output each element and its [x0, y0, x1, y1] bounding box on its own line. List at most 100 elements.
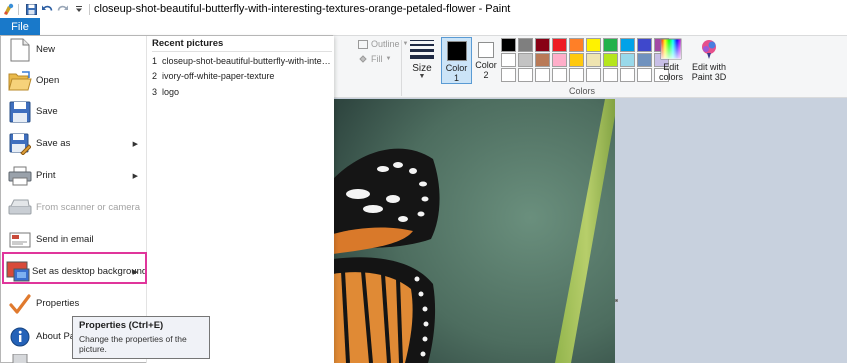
- window-title: closeup-shot-beautiful-butterfly-with-in…: [94, 3, 511, 15]
- color-palette: [501, 38, 670, 82]
- menu-item-label: From scanner or camera: [36, 202, 141, 213]
- paint3d-label: Edit with Paint 3D: [691, 62, 727, 82]
- palette-swatch[interactable]: [552, 38, 567, 52]
- menu-item-open[interactable]: Open: [3, 65, 144, 96]
- properties-tooltip: Properties (Ctrl+E) Change the propertie…: [72, 316, 210, 359]
- recent-item-name: closeup-shot-beautiful-butterfly-with-in…: [162, 56, 332, 66]
- palette-swatch[interactable]: [620, 68, 635, 82]
- chevron-down-icon: ▼: [418, 73, 426, 80]
- palette-swatch[interactable]: [620, 53, 635, 67]
- menu-item-label: Save as: [36, 138, 71, 149]
- ribbon-separator: [401, 40, 402, 96]
- properties-highlight-box: [2, 252, 147, 284]
- menu-item-label: New: [36, 44, 56, 55]
- menu-item-print[interactable]: Print ▶: [3, 160, 144, 191]
- menu-item-save[interactable]: Save: [3, 96, 144, 127]
- palette-swatch[interactable]: [535, 53, 550, 67]
- recent-item-number: 2: [152, 71, 158, 81]
- palette-swatch[interactable]: [501, 68, 516, 82]
- menu-item-from-scanner: From scanner or camera: [3, 192, 144, 223]
- recent-item[interactable]: 1 closeup-shot-beautiful-butterfly-with-…: [152, 54, 334, 68]
- color2-button[interactable]: Color 2: [474, 37, 498, 84]
- file-menu-commands: New Open Save Save as ▶ Print ▶ From sca…: [1, 34, 147, 363]
- menu-item-new[interactable]: New: [3, 34, 144, 65]
- recent-item-number: 3: [152, 87, 158, 97]
- recent-item-name: logo: [162, 87, 180, 97]
- printer-icon: [6, 162, 34, 190]
- recent-divider: [152, 51, 332, 52]
- exit-icon: [6, 345, 34, 363]
- qat-separator: [18, 3, 19, 15]
- palette-swatch[interactable]: [501, 38, 516, 52]
- edit-colors-button[interactable]: Edit colors: [654, 38, 688, 86]
- palette-swatch[interactable]: [569, 38, 584, 52]
- palette-swatch[interactable]: [569, 53, 584, 67]
- palette-swatch[interactable]: [535, 38, 550, 52]
- menu-item-save-as[interactable]: Save as ▶: [3, 128, 144, 159]
- menu-item-label: Open: [36, 75, 60, 86]
- open-folder-icon: [6, 67, 34, 95]
- menu-item-label: Properties: [36, 298, 80, 309]
- size-button[interactable]: Size ▼: [405, 38, 439, 82]
- recent-pictures-header: Recent pictures: [152, 38, 224, 49]
- palette-swatch[interactable]: [603, 68, 618, 82]
- customize-qat-icon[interactable]: [71, 1, 87, 17]
- palette-swatch[interactable]: [569, 68, 584, 82]
- paint3d-icon: [702, 40, 716, 59]
- paint-app-icon[interactable]: [0, 1, 16, 17]
- shape-fill-button[interactable]: Fill ▼: [358, 54, 391, 64]
- checkmark-icon: [6, 290, 34, 318]
- save-icon: [6, 98, 34, 126]
- palette-swatch[interactable]: [586, 38, 601, 52]
- email-icon: [6, 226, 34, 254]
- edit-colors-label: Edit colors: [658, 62, 683, 82]
- menu-item-send-email[interactable]: Send in email: [3, 224, 144, 255]
- recent-item[interactable]: 2 ivory-off-white-paper-texture: [152, 69, 334, 83]
- color1-swatch: [446, 41, 467, 61]
- chevron-right-icon: ▶: [132, 172, 138, 180]
- palette-swatch[interactable]: [637, 38, 652, 52]
- edit-with-paint3d-button[interactable]: Edit with Paint 3D: [689, 38, 729, 86]
- file-tab[interactable]: File: [0, 18, 40, 35]
- canvas-resize-handle[interactable]: [615, 299, 618, 302]
- scanner-icon: [6, 194, 34, 222]
- recent-item-number: 1: [152, 56, 158, 66]
- butterfly-photo: [333, 99, 615, 363]
- tooltip-title: Properties (Ctrl+E): [79, 320, 164, 331]
- chevron-right-icon: ▶: [132, 140, 138, 148]
- redo-icon[interactable]: [55, 1, 71, 17]
- palette-swatch[interactable]: [552, 68, 567, 82]
- file-menu: New Open Save Save as ▶ Print ▶ From sca…: [0, 34, 334, 363]
- menu-item-label: Print: [36, 170, 56, 181]
- palette-swatch[interactable]: [518, 68, 533, 82]
- recent-item[interactable]: 3 logo: [152, 85, 334, 99]
- recent-item-name: ivory-off-white-paper-texture: [162, 71, 275, 81]
- palette-swatch[interactable]: [518, 38, 533, 52]
- palette-swatch[interactable]: [586, 53, 601, 67]
- undo-icon[interactable]: [39, 1, 55, 17]
- palette-swatch[interactable]: [586, 68, 601, 82]
- menu-item-properties[interactable]: Properties: [3, 288, 144, 319]
- menu-item-label: Send in email: [36, 234, 94, 245]
- palette-swatch[interactable]: [603, 53, 618, 67]
- chevron-down-icon: ▼: [385, 56, 392, 62]
- color1-button[interactable]: Color 1: [441, 37, 472, 84]
- tooltip-description: Change the properties of the picture.: [79, 334, 187, 354]
- save-icon[interactable]: [23, 1, 39, 17]
- palette-swatch[interactable]: [501, 53, 516, 67]
- outline-icon: [358, 39, 368, 49]
- palette-swatch[interactable]: [603, 38, 618, 52]
- palette-swatch[interactable]: [620, 38, 635, 52]
- palette-swatch[interactable]: [535, 68, 550, 82]
- qat-separator: [89, 3, 90, 15]
- palette-swatch[interactable]: [552, 53, 567, 67]
- palette-swatch[interactable]: [637, 53, 652, 67]
- save-as-icon: [6, 130, 34, 158]
- color-spectrum-icon: [660, 38, 682, 60]
- ribbon-tab-strip: File: [0, 18, 847, 35]
- fill-label: Fill: [371, 54, 383, 64]
- image-canvas[interactable]: [333, 99, 615, 363]
- palette-swatch[interactable]: [637, 68, 652, 82]
- colors-group-label: Colors: [568, 86, 595, 96]
- palette-swatch[interactable]: [518, 53, 533, 67]
